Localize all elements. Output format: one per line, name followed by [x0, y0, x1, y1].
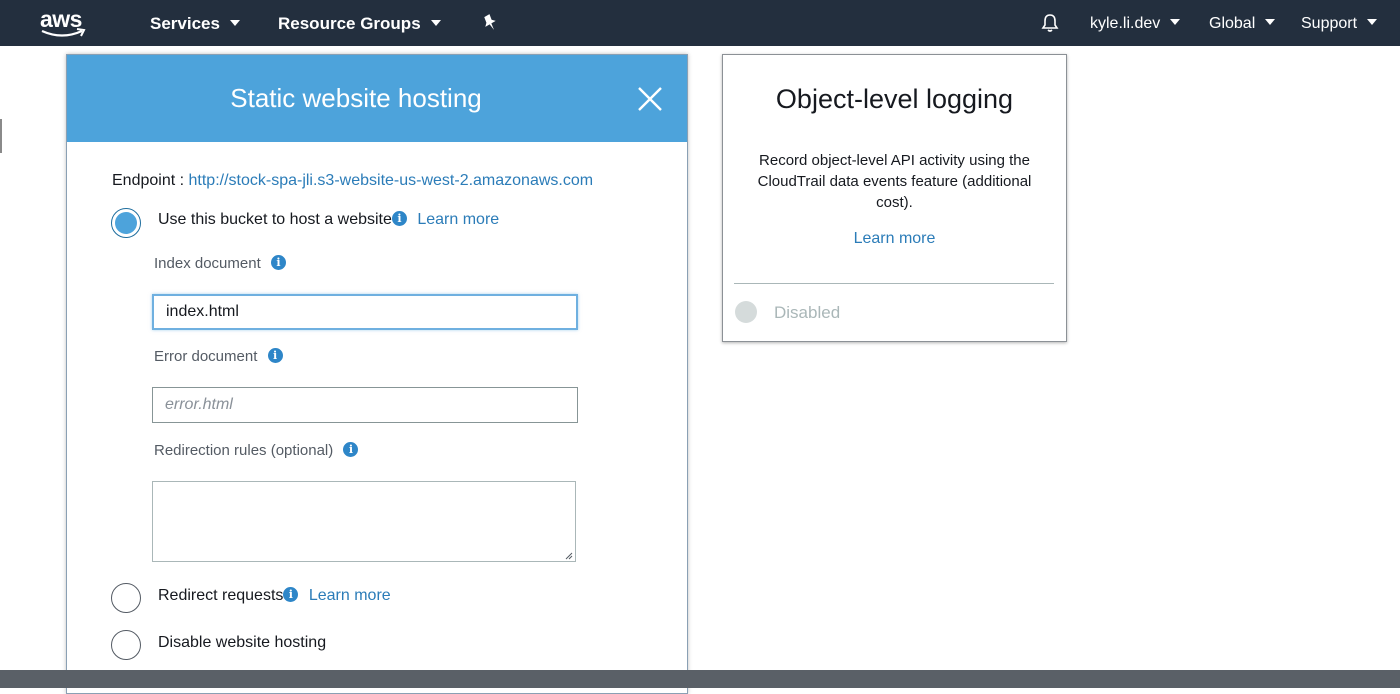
- resource-groups-menu[interactable]: Resource Groups: [278, 14, 441, 34]
- aws-smile-icon: [41, 28, 86, 37]
- region-menu[interactable]: Global: [1209, 15, 1276, 33]
- error-document-label-row: Error document i: [154, 348, 283, 365]
- top-nav: aws Services Resource Groups kyle.li.dev…: [0, 0, 1400, 46]
- info-icon[interactable]: i: [270, 255, 286, 270]
- redirection-rules-label-row: Redirection rules (optional) i: [154, 442, 359, 459]
- info-icon[interactable]: i: [343, 442, 359, 457]
- modal-title: Static website hosting: [230, 83, 482, 113]
- bottom-bar: [0, 670, 1400, 688]
- region-label: Global: [1209, 15, 1256, 32]
- chevron-down-icon: [229, 19, 240, 26]
- resource-groups-label: Resource Groups: [278, 14, 421, 33]
- redirect-requests-radio[interactable]: [111, 583, 141, 613]
- endpoint-label: Endpoint :: [112, 172, 189, 189]
- resize-grip-icon[interactable]: [563, 550, 573, 560]
- services-menu[interactable]: Services: [150, 14, 240, 34]
- card-divider: [734, 283, 1054, 284]
- index-document-label: Index document: [154, 255, 261, 272]
- index-document-label-row: Index document i: [154, 255, 286, 272]
- status-label: Disabled: [774, 303, 841, 322]
- error-document-label: Error document: [154, 348, 258, 365]
- static-website-hosting-modal: Static website hosting Endpoint : http:/…: [66, 54, 688, 694]
- error-document-input[interactable]: [152, 387, 578, 423]
- aws-logo[interactable]: aws: [40, 6, 90, 40]
- redirection-rules-textarea[interactable]: [152, 481, 576, 562]
- redirection-rules-label: Redirection rules (optional): [154, 442, 334, 459]
- card-title: Object-level logging: [775, 84, 1014, 114]
- support-menu[interactable]: Support: [1301, 15, 1378, 33]
- host-website-label: Use this bucket to host a website: [158, 211, 392, 228]
- host-website-option: Use this bucket to host a website i Learn…: [158, 211, 499, 229]
- disable-hosting-radio[interactable]: [111, 630, 141, 660]
- endpoint-row: Endpoint : http://stock-spa-jli.s3-websi…: [112, 172, 593, 190]
- info-icon[interactable]: i: [283, 587, 299, 602]
- close-icon[interactable]: [637, 86, 663, 112]
- card-learn-more-link[interactable]: Learn more: [723, 230, 1066, 248]
- chevron-down-icon: [1265, 18, 1276, 25]
- info-icon[interactable]: i: [267, 348, 283, 363]
- account-menu[interactable]: kyle.li.dev: [1090, 15, 1181, 33]
- object-level-logging-card[interactable]: Object-level logging Record object-level…: [722, 54, 1067, 342]
- index-document-input[interactable]: [152, 294, 578, 330]
- host-website-radio[interactable]: [111, 208, 141, 238]
- services-label: Services: [150, 14, 220, 33]
- left-edge-divider: [0, 119, 2, 153]
- disable-hosting-label: Disable website hosting: [158, 634, 327, 651]
- notification-bell-icon[interactable]: [1040, 13, 1060, 33]
- card-description: Record object-level API activity using t…: [757, 152, 1032, 211]
- chevron-down-icon: [430, 19, 441, 26]
- redirect-requests-option: Redirect requests i Learn more: [158, 587, 391, 605]
- redirect-learn-more-link[interactable]: Learn more: [309, 587, 391, 604]
- status-indicator-icon: [735, 301, 757, 323]
- chevron-down-icon: [1170, 18, 1181, 25]
- host-learn-more-link[interactable]: Learn more: [417, 211, 499, 228]
- pin-icon[interactable]: [482, 14, 498, 32]
- info-icon[interactable]: i: [391, 211, 407, 226]
- modal-header: Static website hosting: [67, 55, 687, 142]
- account-label: kyle.li.dev: [1090, 15, 1161, 32]
- endpoint-url-link[interactable]: http://stock-spa-jli.s3-website-us-west-…: [189, 172, 594, 189]
- chevron-down-icon: [1367, 18, 1378, 25]
- redirect-requests-label: Redirect requests: [158, 587, 284, 604]
- support-label: Support: [1301, 15, 1358, 32]
